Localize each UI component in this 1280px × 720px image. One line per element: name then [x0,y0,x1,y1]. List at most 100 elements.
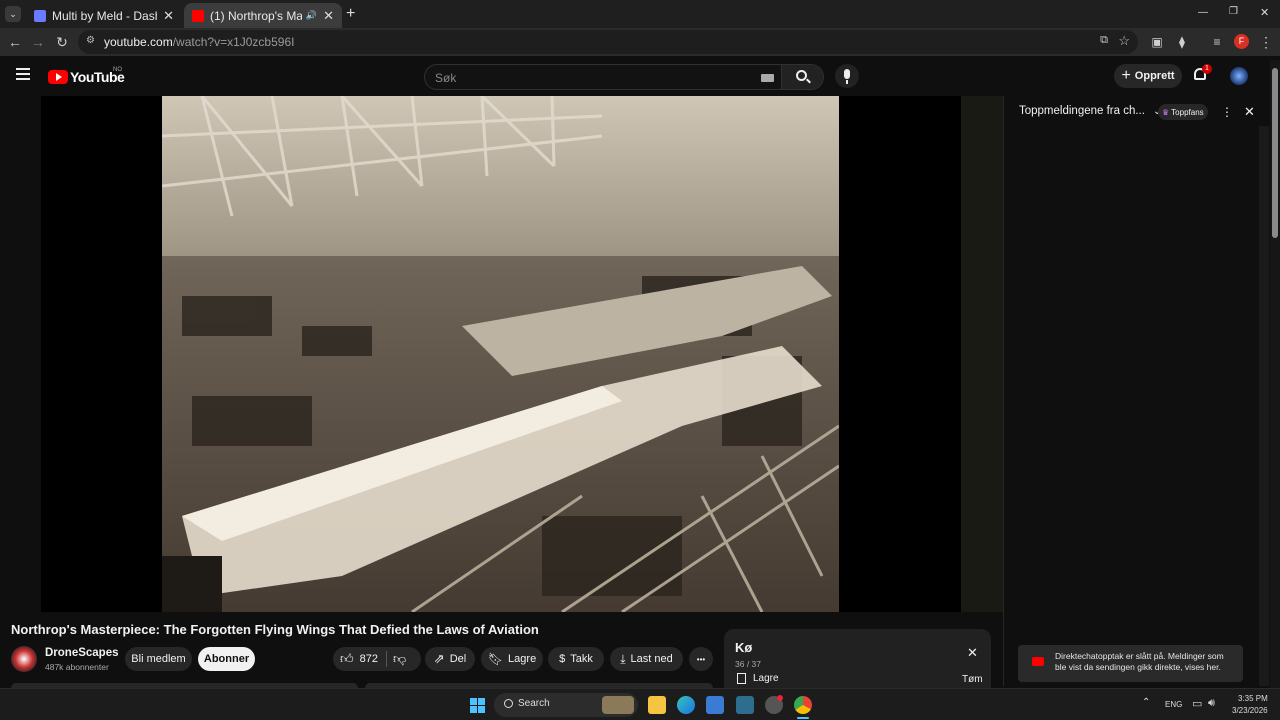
top-fans-label: Toppfans [1171,107,1204,117]
search-input[interactable]: Søk [435,71,456,85]
reload-icon[interactable]: ↻ [53,33,71,51]
crown-icon: ♛ [1162,107,1170,117]
share-icon: ⇗ [433,651,445,666]
windows-start-icon[interactable] [470,698,485,713]
profile-avatar[interactable]: F [1234,34,1249,49]
video-image [162,96,839,612]
like-count: 872 [359,653,378,665]
install-app-icon[interactable]: ⧉ [1100,34,1108,47]
search-button[interactable] [781,65,823,89]
close-tab-icon[interactable]: ✕ [163,8,174,24]
clock-time[interactable]: 3:35 PM [1238,694,1268,703]
tab-meld-dashboard[interactable]: Multi by Meld - Dashboard. ✕ [26,3,182,28]
search-icon [504,699,513,708]
bookmark-icon [737,673,746,684]
queue-position: 36 / 37 [735,659,761,669]
tab-title: (1) Northrop's Masterpiece [210,8,302,23]
youtube-play-icon [48,70,68,84]
subscribe-button[interactable]: Abonner [198,647,255,671]
url-host: youtube.com [104,35,173,49]
restore-icon[interactable]: ❐ [1229,6,1238,17]
youtube-favicon-icon [192,9,204,22]
channel-avatar[interactable] [11,646,37,672]
chat-title: Toppmeldingene fra ch... [1019,105,1145,117]
save-button[interactable]: 🔖︎ Lagre [481,647,543,671]
taskbar-search-box[interactable]: Search [494,693,638,717]
chat-replay-notice: Direktechatopptak er slått på. Meldinger… [1018,645,1243,682]
keyboard-icon[interactable] [761,74,774,82]
app-icon-2[interactable] [736,696,754,714]
new-tab-button[interactable]: + [346,5,355,23]
queue-save-label: Lagre [753,673,779,684]
reading-list-icon[interactable]: ≡ [1208,33,1226,51]
app-icon[interactable] [706,696,724,714]
taskbar-search-label: Search [518,698,550,709]
chrome-icon[interactable] [794,696,812,714]
like-dislike-group: 👍︎ 872 👎︎ [333,647,421,671]
join-button[interactable]: Bli medlem [125,647,192,671]
page-scrollbar-thumb[interactable] [1272,68,1278,238]
dislike-button[interactable]: 👎︎ [393,651,406,667]
chat-replay-text: Direktechatopptak er slått på. Meldinger… [1055,651,1224,672]
channel-name[interactable]: DroneScapes [45,647,119,659]
super-thanks-icon: $ [559,653,566,665]
queue-title: Kø [735,640,753,655]
file-explorer-icon[interactable] [648,696,666,714]
queue-save-button[interactable]: Lagre [737,673,779,684]
search-box[interactable]: Søk [424,64,824,90]
page-scrollbar[interactable] [1270,60,1280,688]
site-info-icon[interactable]: ⚙ [86,35,95,46]
top-fans-badge[interactable]: ♛ Toppfans [1158,104,1208,120]
thanks-label: Takk [570,653,593,665]
download-button[interactable]: ⤓ Last ned [610,647,683,671]
bookmark-star-icon[interactable]: ☆ [1118,33,1130,49]
voice-search-button[interactable] [835,64,859,88]
youtube-header: YouTube NO Søk + Opprett 1 [0,56,1280,96]
account-avatar[interactable] [1230,67,1248,85]
share-label: Del [449,653,467,665]
speaker-icon[interactable]: 🔊 [306,10,317,21]
minimize-icon[interactable]: — [1198,7,1208,18]
clock-date[interactable]: 3/23/2026 [1232,706,1268,715]
clear-queue-button[interactable]: Tøm [962,674,983,685]
subscriber-count: 487k abonnenter [45,662,109,672]
region-code: NO [113,67,122,73]
close-chat-icon[interactable]: ✕ [1244,104,1255,120]
more-actions-button[interactable]: ••• [689,647,713,671]
close-queue-icon[interactable]: ✕ [967,645,978,661]
extension-icon[interactable]: ▣ [1148,33,1166,51]
thumbs-down-icon: 👎︎ [392,651,407,666]
share-button[interactable]: ⇗ Del [425,647,475,671]
browser-menu-icon[interactable]: ⋮ [1257,33,1275,51]
player-edge [961,96,1003,612]
url-path: /watch?v=x1J0zcb596I [172,35,295,49]
volume-icon[interactable]: 🔊︎ [1208,697,1215,710]
network-icon[interactable]: ▭ [1192,697,1202,710]
notifications-button[interactable]: 1 [1192,64,1212,84]
back-arrow-icon[interactable]: ← [6,33,24,51]
chat-mode-selector[interactable]: Toppmeldingene fra ch... ⌄ [1019,105,1161,117]
chat-more-icon[interactable]: ⋮ [1221,105,1233,119]
hamburger-menu-icon[interactable] [16,68,30,80]
language-indicator[interactable]: ENG [1165,700,1182,709]
close-tab-icon[interactable]: ✕ [323,8,334,24]
thanks-button[interactable]: $ Takk [548,647,604,671]
create-label: Opprett [1134,70,1175,82]
tab-title: Multi by Meld - Dashboard. [52,8,157,23]
notification-count-badge: 1 [1202,64,1212,74]
tab-youtube-video[interactable]: (1) Northrop's Masterpiece 🔊 ✕ [184,3,342,28]
queue-panel: Kø 36 / 37 ✕ Lagre Tøm [724,629,991,691]
address-bar[interactable]: ⚙ youtube.com/watch?v=x1J0zcb596I ⧉ ☆ [78,30,1138,54]
video-title: Northrop's Masterpiece: The Forgotten Fl… [11,622,539,637]
forward-arrow-icon[interactable]: → [29,33,47,51]
like-button[interactable]: 👍︎ 872 [333,651,378,667]
video-frame[interactable] [162,96,839,612]
video-player[interactable] [41,96,993,612]
show-hidden-icons-chevron-icon[interactable]: ⌃ [1142,697,1150,708]
create-button[interactable]: + Opprett [1114,64,1182,88]
chat-scrollbar[interactable] [1259,126,1269,686]
tab-search-button[interactable]: ⌄ [5,6,21,22]
close-window-icon[interactable]: ✕ [1260,6,1269,19]
puzzle-extensions-icon[interactable]: ⧫ [1173,33,1191,51]
edge-browser-icon[interactable] [677,696,695,714]
